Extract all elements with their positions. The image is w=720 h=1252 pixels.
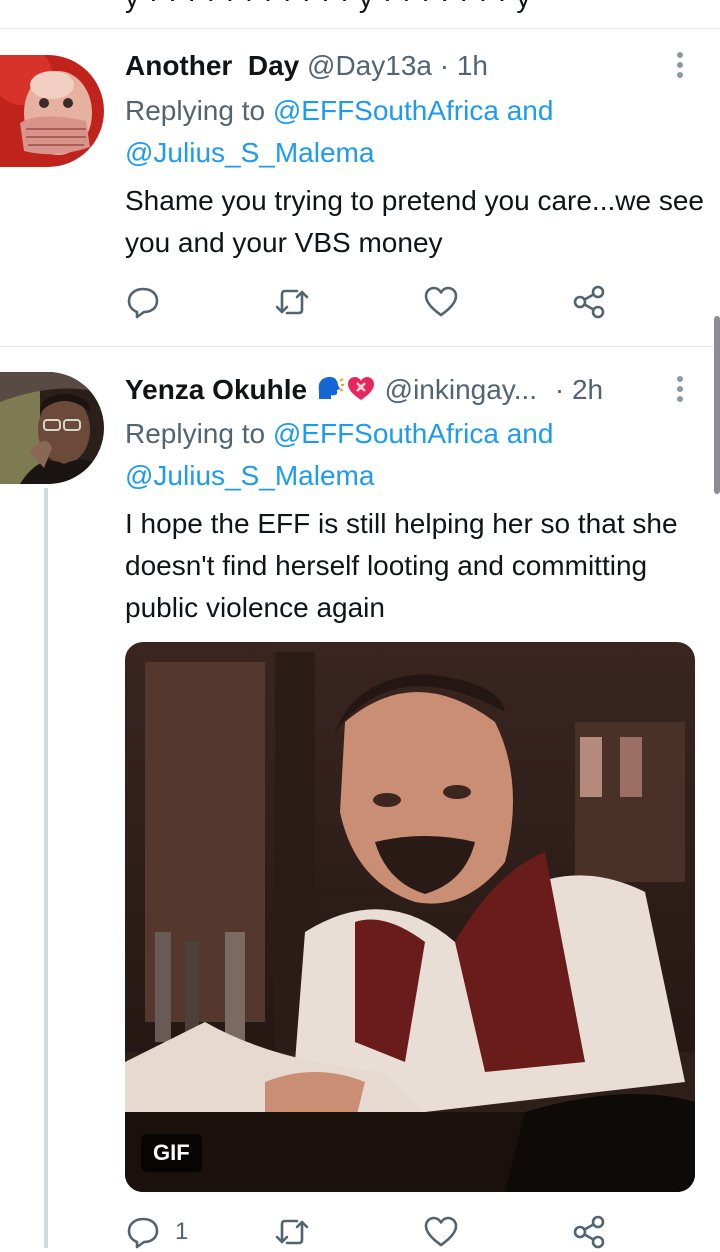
replying-prefix: Replying to — [125, 418, 273, 449]
like-button[interactable] — [423, 282, 459, 322]
reply-button[interactable] — [125, 282, 161, 322]
divider — [0, 28, 720, 29]
more-options-icon[interactable] — [676, 376, 684, 406]
tweet-header: Another Day @Day13a · 1h — [125, 49, 488, 83]
avatar[interactable] — [0, 372, 104, 484]
like-button[interactable] — [423, 1212, 459, 1252]
avatar-photo-hand-over-mouth-icon — [0, 55, 104, 167]
mention-link[interactable]: @Julius_S_Malema — [125, 460, 374, 491]
tweet-actions — [125, 282, 625, 322]
retweet-icon — [275, 1219, 309, 1245]
user-handle[interactable]: @Day13a — [307, 50, 432, 81]
thread-line — [44, 488, 48, 1248]
heart-with-ribbon-emoji-icon — [347, 377, 374, 400]
replying-to: Replying to @EFFSouthAfrica and @Julius_… — [125, 90, 553, 174]
like-icon — [424, 1216, 458, 1247]
share-icon — [573, 1215, 605, 1249]
timestamp[interactable]: · 2h — [555, 374, 603, 405]
clipped-text-glyphs: y · · · · · · · · · · · y · · · · · · · … — [125, 0, 531, 14]
speaking-head-emoji-icon — [318, 376, 344, 399]
more-options-icon[interactable] — [676, 52, 684, 82]
tweet-actions: 1 — [125, 1212, 625, 1252]
replying-to: Replying to @EFFSouthAfrica and @Julius_… — [125, 413, 553, 497]
display-name[interactable]: Another Day — [125, 50, 299, 81]
gif-media[interactable]: GIF — [125, 642, 695, 1192]
replying-and[interactable]: and — [499, 418, 554, 449]
retweet-button[interactable] — [273, 282, 311, 322]
share-button[interactable] — [571, 282, 607, 322]
retweet-button[interactable] — [273, 1212, 311, 1252]
tweet-text: Shame you trying to pretend you care...w… — [125, 185, 704, 258]
mention-link[interactable]: @EFFSouthAfrica — [273, 418, 499, 449]
tweet-header: Yenza Okuhle @inkingay... · 2h — [125, 373, 603, 407]
tweet-text: I hope the EFF is still helping her so t… — [125, 508, 678, 623]
share-icon — [573, 285, 605, 319]
timestamp[interactable]: · 1h — [440, 50, 488, 81]
reply-button[interactable]: 1 — [125, 1212, 188, 1252]
display-name[interactable]: Yenza Okuhle — [125, 374, 307, 405]
mention-link[interactable]: @Julius_S_Malema — [125, 137, 374, 168]
replying-and[interactable]: and — [499, 95, 554, 126]
gif-badge: GIF — [141, 1134, 202, 1172]
retweet-icon — [275, 289, 309, 315]
user-handle[interactable]: @inkingay... — [385, 374, 537, 405]
previous-tweet-clipped: y · · · · · · · · · · · y · · · · · · · … — [0, 0, 720, 30]
divider — [0, 346, 720, 347]
gif-image — [125, 642, 695, 1192]
mention-link[interactable]: @EFFSouthAfrica — [273, 95, 499, 126]
avatar[interactable] — [0, 55, 104, 167]
replying-prefix: Replying to — [125, 95, 273, 126]
reply-icon — [127, 287, 159, 319]
scrollbar[interactable] — [714, 316, 720, 494]
like-icon — [424, 286, 458, 317]
avatar-photo-man-with-glasses-icon — [0, 372, 104, 484]
share-button[interactable] — [571, 1212, 607, 1252]
reply-icon — [127, 1217, 159, 1249]
